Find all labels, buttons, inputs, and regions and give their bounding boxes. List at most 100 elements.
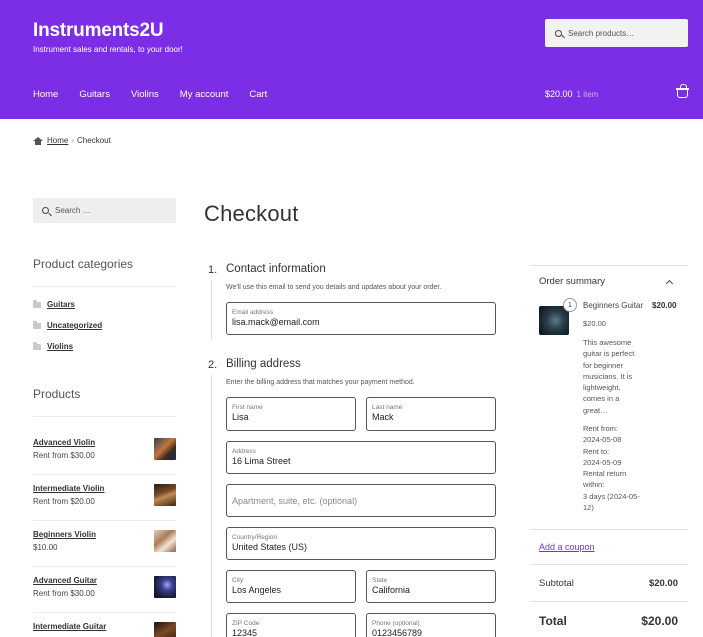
product-thumbnail[interactable] [154, 576, 176, 598]
city-field[interactable]: City Los Angeles [226, 570, 356, 603]
divider [33, 416, 176, 417]
description-line: lightweight, [583, 383, 621, 393]
breadcrumb-current: Checkout [77, 136, 111, 145]
last-name-label: Last name [372, 404, 403, 411]
phone-value: 0123456789 [372, 628, 423, 637]
step-number: 1. [208, 264, 218, 276]
state-value: California [372, 585, 411, 595]
rental-line: 2024-05-09 [583, 457, 622, 467]
contact-section-description: We'll use this email to send you details… [226, 284, 442, 291]
home-icon [33, 136, 43, 145]
description-line: great… [583, 405, 608, 415]
rental-line: within: [583, 480, 605, 490]
billing-section-description: Enter the billing address that matches y… [226, 379, 415, 386]
product-thumbnail[interactable] [154, 484, 176, 506]
nav-item-cart[interactable]: Cart [249, 89, 267, 100]
city-value: Los Angeles [232, 585, 282, 595]
product-item[interactable]: Intermediate Violin Rent from $20.00 [33, 484, 176, 506]
order-item-name: Beginners Guitar [583, 301, 644, 310]
folder-icon [33, 299, 41, 308]
chevron-up-icon[interactable] [665, 279, 674, 288]
country-label: Country/Region [232, 534, 278, 541]
address-field[interactable]: Address 16 Lima Street [226, 441, 496, 474]
category-item-uncategorized[interactable]: Uncategorized [33, 320, 102, 330]
basket-icon[interactable] [676, 84, 689, 98]
quantity-badge: 1 [563, 298, 577, 312]
divider [33, 612, 176, 613]
order-item-description: This awesome guitar is perfect for begin… [583, 337, 645, 416]
divider [33, 520, 176, 521]
last-name-field[interactable]: Last name Mack [366, 397, 496, 431]
subtotal-value: $20.00 [648, 578, 678, 589]
category-item-guitars[interactable]: Guitars [33, 299, 75, 309]
product-item[interactable]: Intermediate Guitar [33, 622, 176, 637]
rental-line: Rental return [583, 469, 627, 479]
divider [33, 474, 176, 475]
divider [33, 566, 176, 567]
header-search-input[interactable]: Search products… [545, 19, 688, 47]
address-value: 16 Lima Street [232, 456, 291, 466]
products-widget-title: Products [33, 387, 81, 401]
product-item[interactable]: Advanced Violin Rent from $30.00 [33, 438, 176, 460]
folder-icon [33, 320, 41, 329]
breadcrumb-separator: › [71, 136, 75, 145]
email-label: Email address [232, 309, 274, 316]
first-name-label: First name [232, 404, 263, 411]
main-nav: Home Guitars Violins My account Cart [33, 89, 288, 100]
site-header: Instruments2U Instrument sales and renta… [0, 0, 703, 119]
search-icon [42, 207, 49, 214]
total-label: Total [539, 614, 567, 628]
sidebar-search-placeholder: Search … [55, 206, 91, 215]
add-coupon-link[interactable]: Add a coupon [539, 542, 595, 552]
header-cart-link[interactable]: $20.00 1 item [545, 89, 598, 99]
country-select[interactable]: Country/Region United States (US) [226, 527, 496, 560]
product-item[interactable]: Advanced Guitar Rent from $30.00 [33, 576, 176, 598]
category-link[interactable]: Uncategorized [47, 321, 102, 330]
contact-section-title: Contact information [226, 263, 326, 275]
order-summary-title[interactable]: Order summary [539, 276, 605, 287]
search-placeholder: Search products… [568, 28, 635, 38]
divider [33, 286, 176, 287]
nav-item-home[interactable]: Home [33, 89, 58, 100]
address-label: Address [232, 448, 256, 455]
city-label: City [232, 577, 244, 584]
folder-icon [33, 341, 41, 350]
email-value: lisa.mack@email.com [232, 317, 320, 327]
step-connector [211, 280, 212, 340]
category-link[interactable]: Guitars [47, 300, 75, 309]
rental-line: Rent to: [583, 446, 610, 456]
nav-item-violins[interactable]: Violins [131, 89, 159, 100]
zip-field[interactable]: ZIP Code 12345 [226, 613, 356, 637]
breadcrumb-home-link[interactable]: Home [47, 136, 68, 145]
category-link[interactable]: Violins [47, 342, 73, 351]
state-select[interactable]: State California [366, 570, 496, 603]
site-title[interactable]: Instruments2U [33, 20, 164, 42]
billing-section-title: Billing address [226, 358, 301, 370]
apartment-field[interactable]: Apartment, suite, etc. (optional) [226, 484, 496, 517]
phone-label: Phone (optional) [372, 620, 420, 627]
divider [530, 529, 688, 530]
first-name-field[interactable]: First name Lisa [226, 397, 356, 431]
product-item[interactable]: Beginners Violin $10.00 [33, 530, 176, 552]
product-thumbnail[interactable] [154, 530, 176, 552]
description-line: comes in a [583, 394, 620, 404]
product-thumbnail[interactable] [154, 438, 176, 460]
cart-count: 1 item [576, 90, 599, 99]
nav-item-guitars[interactable]: Guitars [79, 89, 110, 100]
state-label: State [372, 577, 388, 584]
category-item-violins[interactable]: Violins [33, 341, 73, 351]
total-value: $20.00 [641, 614, 678, 628]
nav-item-my-account[interactable]: My account [180, 89, 229, 100]
sidebar-search-input[interactable]: Search … [33, 198, 176, 223]
product-thumbnail[interactable] [154, 622, 176, 637]
breadcrumb: Home › Checkout [33, 136, 111, 145]
step-connector [211, 375, 212, 637]
email-field[interactable]: Email address lisa.mack@email.com [226, 302, 496, 335]
rental-line: 12) [583, 503, 594, 513]
phone-field[interactable]: Phone (optional) 0123456789 [366, 613, 496, 637]
first-name-value: Lisa [232, 412, 249, 422]
last-name-value: Mack [372, 412, 394, 422]
description-line: for beginner [583, 360, 624, 370]
search-icon [555, 29, 562, 37]
divider [530, 601, 688, 602]
